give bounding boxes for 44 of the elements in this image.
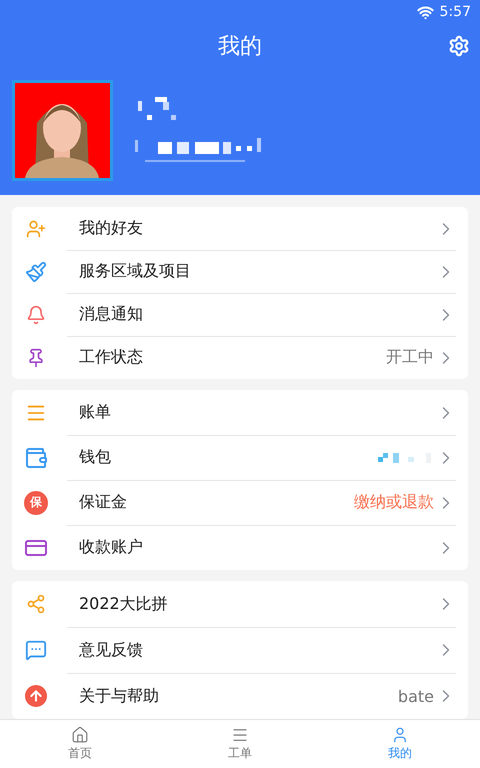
upload-icon <box>25 685 47 707</box>
menu-item[interactable]: 我的好友 <box>12 207 468 250</box>
menu-label: 收款账户 <box>79 537 144 558</box>
menu-item[interactable]: 意见反馈 <box>12 627 468 673</box>
settings-icon[interactable] <box>448 35 470 57</box>
list-icon <box>231 726 249 744</box>
page-title: 我的 <box>218 33 262 61</box>
menu-label: 2022大比拼 <box>79 594 169 614</box>
blurred-name-drawing <box>135 97 177 122</box>
menu-value: 缴纳或退款 <box>354 492 434 513</box>
bell-icon <box>26 304 46 324</box>
tab[interactable]: 我的 <box>320 720 480 768</box>
share-icon <box>26 594 46 614</box>
tab[interactable]: 首页 <box>0 720 160 768</box>
menu-label: 账单 <box>79 402 112 423</box>
menu-item[interactable]: 收款账户 <box>12 525 468 570</box>
menu-label: 消息通知 <box>79 304 144 325</box>
home-icon <box>71 726 89 744</box>
menu-item[interactable]: 钱包 <box>12 435 468 480</box>
menu-item[interactable]: 关于与帮助 bate <box>12 673 468 719</box>
tab[interactable]: 工单 <box>160 720 320 768</box>
user-add-icon <box>26 218 46 238</box>
message-icon <box>25 639 47 661</box>
menu-item[interactable]: 保 保证金 缴纳或退款 <box>12 480 468 525</box>
menu-label: 关于与帮助 <box>79 686 160 706</box>
status-time: 5:57 <box>440 4 471 20</box>
wallet-icon <box>24 446 48 470</box>
menu-item[interactable]: 消息通知 <box>12 293 468 336</box>
menu-item[interactable]: 账单 <box>12 390 468 435</box>
wifi-icon <box>416 4 434 20</box>
menu-label: 服务区域及项目 <box>79 261 192 282</box>
guarantee-badge: 保 <box>24 490 48 514</box>
menu-label: 我的好友 <box>79 218 144 239</box>
menu-item[interactable]: 工作状态 开工中 <box>12 336 468 379</box>
menu-label: 保证金 <box>79 492 128 513</box>
brush-icon <box>25 260 47 282</box>
menu-item[interactable]: 服务区域及项目 <box>12 250 468 293</box>
menu-item[interactable]: 2022大比拼 <box>12 581 468 627</box>
menu-label: 钱包 <box>79 447 112 468</box>
user-icon <box>391 726 409 744</box>
menu-value: 开工中 <box>386 347 434 368</box>
menu-label: 工作状态 <box>79 347 144 368</box>
menu-label: 意见反馈 <box>79 640 144 660</box>
menu-value: bate <box>398 686 434 706</box>
